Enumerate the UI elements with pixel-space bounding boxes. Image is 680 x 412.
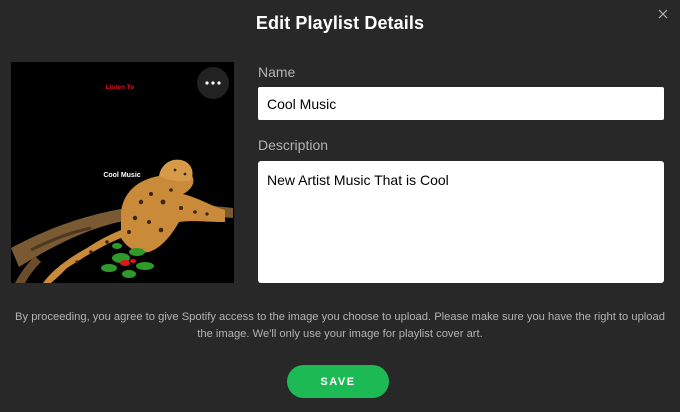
- close-button[interactable]: [657, 7, 669, 19]
- playlist-cover-image[interactable]: Listen To Cool Music: [11, 62, 234, 283]
- cover-options-button[interactable]: [197, 67, 229, 99]
- name-label: Name: [258, 64, 296, 80]
- upload-disclaimer: By proceeding, you agree to give Spotify…: [15, 311, 665, 340]
- close-icon: [658, 9, 668, 19]
- more-horizontal-icon: [205, 81, 221, 85]
- cover-center-text: Cool Music: [103, 172, 140, 179]
- edit-playlist-dialog: Edit Playlist Details Listen To Cool Mus…: [0, 0, 680, 412]
- leopard-cover-art: Listen To Cool Music: [11, 62, 234, 283]
- playlist-description-input[interactable]: New Artist Music That is Cool: [258, 161, 664, 283]
- dialog-title: Edit Playlist Details: [255, 13, 425, 33]
- cover-top-text: Listen To: [106, 84, 134, 91]
- description-label: Description: [258, 137, 329, 153]
- playlist-name-input[interactable]: [258, 87, 664, 120]
- save-button[interactable]: SAVE: [287, 365, 389, 398]
